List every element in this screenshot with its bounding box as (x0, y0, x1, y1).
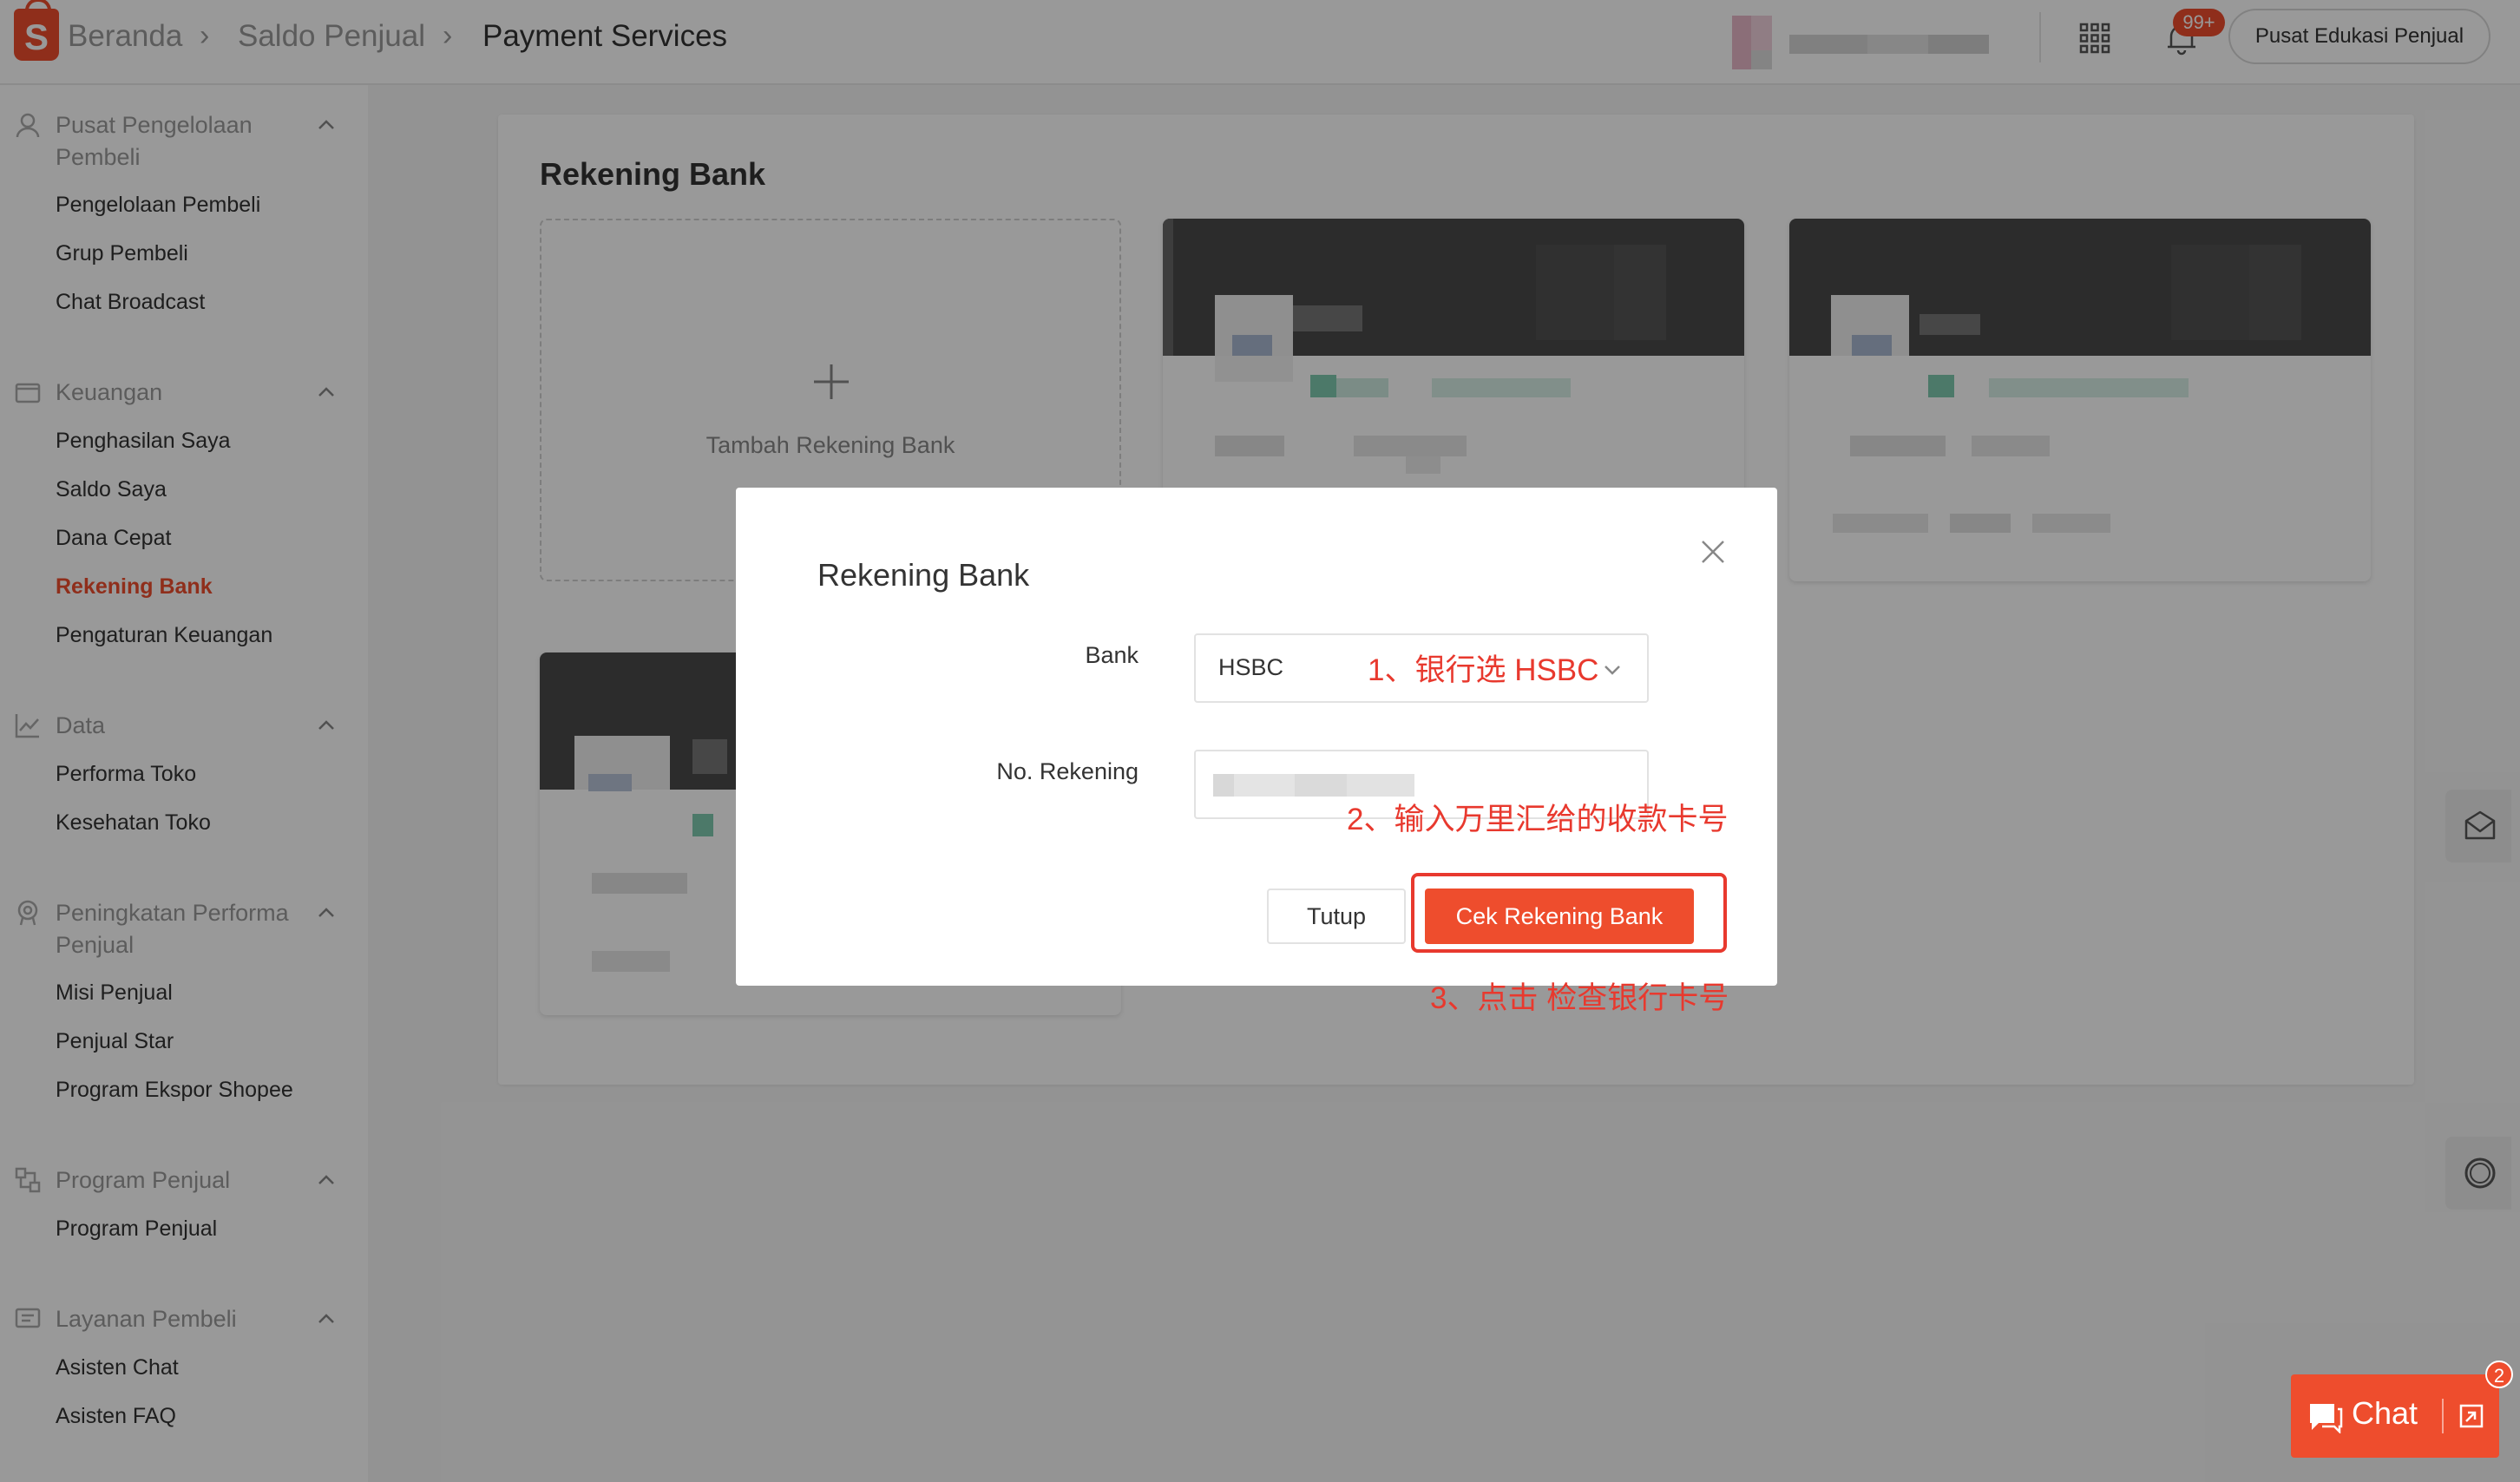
chat-bubble-icon (2308, 1400, 2343, 1433)
chat-label: Chat (2352, 1395, 2418, 1432)
annotation-step3: 3、点击 检查银行卡号 (1430, 974, 1729, 1018)
chevron-down-icon[interactable] (1600, 658, 1624, 682)
annotation-highlight-box (1411, 873, 1727, 953)
chat-unread-badge: 2 (2485, 1361, 2513, 1388)
annotation-step2: 2、输入万里汇给的收款卡号 (1347, 795, 1728, 839)
modal-title: Rekening Bank (817, 557, 1029, 593)
chat-divider (2442, 1399, 2444, 1433)
annotation-step1: 1、银行选 HSBC (1368, 646, 1598, 690)
expand-icon[interactable] (2458, 1402, 2485, 1430)
close-button[interactable]: Tutup (1267, 889, 1406, 944)
account-number-blurred (1213, 774, 1414, 797)
account-number-label: No. Rekening (878, 758, 1139, 785)
bank-select-value: HSBC (1218, 654, 1283, 681)
chat-button[interactable]: Chat (2291, 1374, 2499, 1458)
close-icon[interactable] (1699, 538, 1727, 566)
bank-field-label: Bank (878, 642, 1139, 669)
